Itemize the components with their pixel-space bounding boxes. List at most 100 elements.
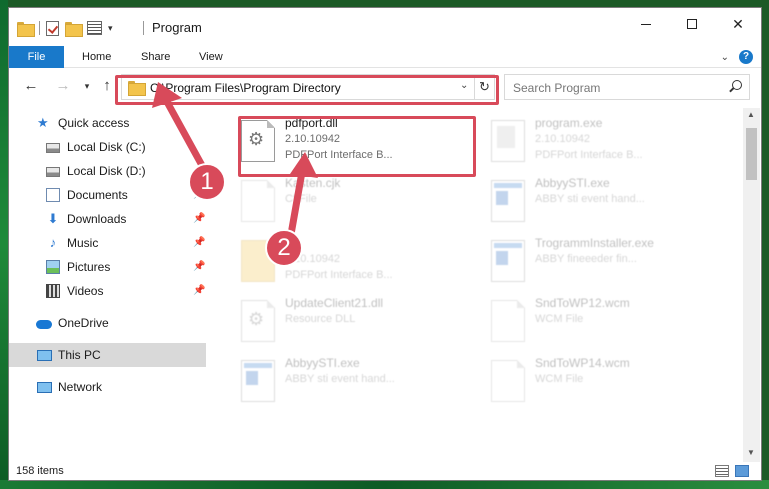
sidebar-item-local-disk-c[interactable]: Local Disk (C:) — [9, 135, 206, 159]
file-icon — [241, 180, 275, 222]
title-bar: ▾ Program ✕ — [9, 8, 761, 46]
file-name: TrogrammInstaller.exe — [535, 236, 654, 250]
address-dropdown-chevron-icon[interactable]: ⌄ — [460, 80, 468, 91]
pin-icon[interactable]: 📌 — [193, 213, 205, 224]
file-tile[interactable]: AbbyySTI.exe ABBY sti event hand... — [236, 354, 476, 410]
sidebar-item-label: Pictures — [67, 260, 111, 274]
sidebar-item-onedrive[interactable]: OneDrive — [9, 311, 206, 335]
file-name: UpdateClient21.dll — [285, 296, 384, 310]
scrollbar-thumb[interactable] — [746, 128, 757, 180]
file-tile[interactable]: TrogrammInstaller.exe ABBY fineeeder fin… — [486, 234, 726, 290]
tab-home[interactable]: Home — [82, 46, 111, 68]
tab-share[interactable]: Share — [141, 46, 170, 68]
sidebar-item-videos[interactable]: Videos 📌 — [9, 279, 206, 303]
address-bar[interactable]: C:\Program Files\Program Directory ⌄ ↻ — [121, 74, 495, 100]
exe-icon — [491, 120, 525, 162]
tab-view[interactable]: View — [199, 46, 223, 68]
file-type: WCM File — [535, 373, 584, 385]
sidebar-item-music[interactable]: ♪ Music 📌 — [9, 231, 206, 255]
vertical-scrollbar[interactable]: ▲ ▼ — [743, 108, 760, 462]
pin-icon[interactable]: 📌 — [193, 285, 205, 296]
file-name: program.exe — [535, 116, 603, 130]
music-icon: ♪ — [49, 235, 57, 250]
recent-locations-chevron-icon[interactable]: ▾ — [77, 76, 97, 96]
file-tile[interactable]: program.exe 2.10.10942 PDFPort Interface… — [486, 114, 726, 170]
sidebar-item-local-disk-d[interactable]: Local Disk (D:) — [9, 159, 206, 183]
desktop-background — [0, 0, 8, 489]
pin-icon[interactable]: 📌 — [193, 261, 205, 272]
refresh-icon[interactable]: ↻ — [474, 75, 494, 99]
sidebar-item-label: Music — [67, 236, 99, 250]
details-view-icon[interactable] — [715, 465, 729, 477]
file-tile[interactable]: AbbyySTI.exe ABBY sti event hand... — [486, 174, 726, 230]
sidebar-item-quick-access[interactable]: ★ Quick access — [9, 111, 206, 135]
file-description: ABBY sti event hand... — [535, 193, 645, 205]
sidebar-item-this-pc[interactable]: This PC — [9, 343, 206, 367]
annotation-badge-1: 1 — [188, 163, 226, 201]
file-name: AbbyySTI.exe — [535, 176, 610, 190]
search-input[interactable]: Search Program — [504, 74, 750, 100]
toolbar-separator — [39, 21, 40, 35]
file-explorer-window: ▾ Program ✕ File Home Share View ⌄ ? ← →… — [8, 7, 762, 481]
properties-check-icon[interactable] — [46, 20, 59, 36]
scroll-up-arrow-icon[interactable]: ▲ — [747, 110, 755, 119]
exe-icon — [491, 240, 525, 282]
address-folder-icon — [128, 81, 146, 96]
close-button[interactable]: ✕ — [715, 8, 761, 40]
navigation-pane: ★ Quick access Local Disk (C:) Local Dis… — [9, 108, 209, 462]
up-arrow-icon[interactable]: ↑ — [97, 76, 117, 96]
videos-icon — [46, 284, 60, 298]
navigation-bar: ← → ▾ ↑ C:\Program Files\Program Directo… — [9, 70, 761, 105]
documents-icon — [46, 188, 60, 202]
minimize-button[interactable] — [623, 8, 669, 40]
expand-ribbon-chevron-icon[interactable]: ⌄ — [721, 52, 729, 63]
sidebar-item-network[interactable]: Network — [9, 375, 206, 399]
ribbon-right-controls: ⌄ ? — [721, 50, 753, 64]
back-arrow-icon[interactable]: ← — [21, 76, 41, 96]
file-tile[interactable]: SndToWP14.wcm WCM File — [486, 354, 726, 410]
tab-file[interactable]: File — [9, 46, 64, 68]
sidebar-item-label: Quick access — [58, 116, 130, 130]
sidebar-item-label: Network — [58, 380, 103, 394]
customize-toolbar-caret-icon[interactable]: ▾ — [108, 23, 113, 34]
window-title: Program — [152, 20, 202, 35]
sidebar-item-downloads[interactable]: ⬇ Downloads 📌 — [9, 207, 206, 231]
address-path[interactable]: C:\Program Files\Program Directory — [150, 81, 341, 95]
drive-icon — [46, 143, 60, 153]
folder-icon — [17, 21, 35, 37]
forward-arrow-icon[interactable]: → — [53, 76, 73, 96]
file-tile[interactable]: UpdateClient21.dll Resource DLL — [236, 294, 476, 350]
sidebar-item-label: OneDrive — [58, 316, 109, 330]
downloads-icon: ⬇ — [47, 211, 59, 226]
file-version: 2.10.10942 — [535, 133, 591, 145]
annotation-badge-2: 2 — [265, 229, 303, 267]
help-icon[interactable]: ? — [739, 50, 753, 64]
properties-icon[interactable] — [87, 21, 102, 35]
exe-icon — [241, 360, 275, 402]
file-type: WCM File — [535, 313, 584, 325]
sidebar-item-label: Videos — [67, 284, 104, 298]
sidebar-item-label: This PC — [58, 348, 101, 362]
file-icon — [491, 360, 525, 402]
sidebar-item-label: Local Disk (C:) — [67, 140, 146, 154]
file-tile[interactable]: Kasten.cjk Cf File — [236, 174, 476, 230]
maximize-button[interactable] — [669, 8, 715, 40]
sidebar-item-documents[interactable]: Documents 📌 — [9, 183, 206, 207]
file-name: SndToWP12.wcm — [535, 296, 630, 310]
dll-icon — [241, 300, 275, 342]
large-icons-view-icon[interactable] — [735, 465, 749, 477]
pin-icon[interactable]: 📌 — [193, 237, 205, 248]
item-count: 158 items — [16, 465, 64, 477]
search-placeholder: Search Program — [513, 81, 601, 95]
sidebar-item-pictures[interactable]: Pictures 📌 — [9, 255, 206, 279]
file-name: AbbyySTI.exe — [285, 356, 360, 370]
title-separator — [143, 21, 144, 35]
search-icon — [729, 80, 742, 92]
file-type: Cf File — [285, 193, 317, 205]
new-folder-icon[interactable] — [65, 21, 83, 37]
this-pc-icon — [37, 349, 52, 361]
file-tile[interactable]: SndToWP12.wcm WCM File — [486, 294, 726, 350]
pictures-icon — [46, 260, 60, 274]
onedrive-icon — [36, 320, 52, 329]
scroll-down-arrow-icon[interactable]: ▼ — [747, 448, 755, 457]
